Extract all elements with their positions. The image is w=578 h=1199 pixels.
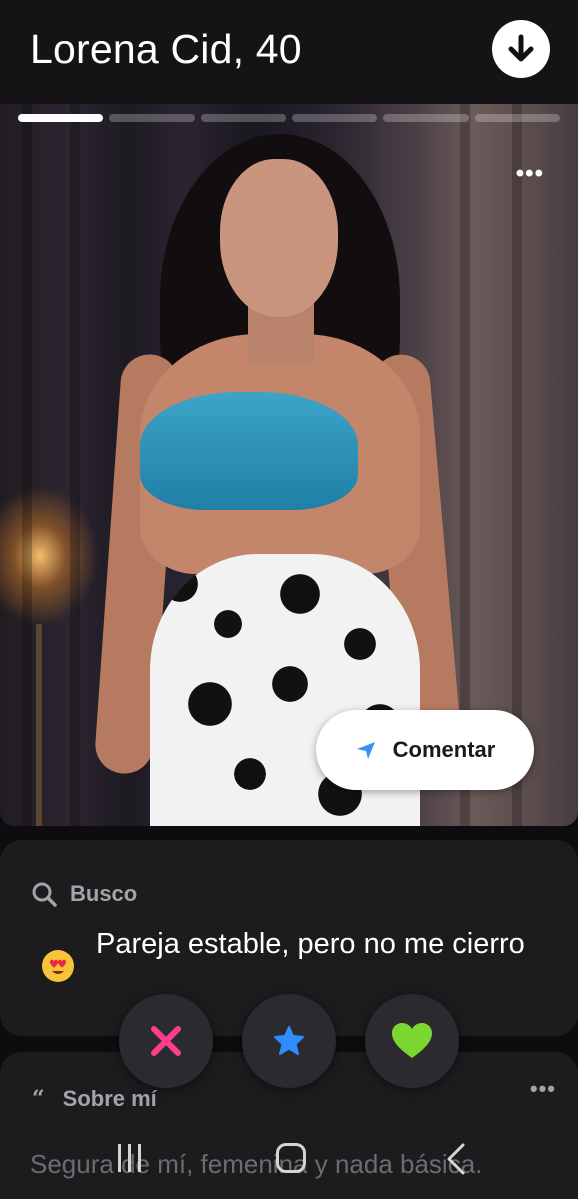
busco-header: Busco	[30, 880, 137, 908]
sobre-mi-label: Sobre mí	[62, 1086, 157, 1111]
heart-icon	[392, 1023, 432, 1058]
quote-icon: “	[32, 1086, 45, 1112]
search-icon	[32, 882, 57, 907]
pass-button[interactable]	[119, 994, 213, 1088]
home-button[interactable]	[276, 1143, 306, 1173]
busco-label: Busco	[70, 881, 138, 906]
system-nav-bar	[0, 1130, 578, 1199]
curtain-fold	[70, 104, 80, 826]
recent-apps-button[interactable]	[118, 1144, 141, 1172]
send-icon	[356, 742, 375, 759]
lamp	[36, 624, 42, 826]
sobre-mi-more-icon[interactable]: •••	[530, 1076, 556, 1102]
photo-progress-segment[interactable]	[18, 114, 104, 122]
photo-progress-segment[interactable]	[200, 114, 286, 122]
comment-button[interactable]: Comentar	[316, 710, 534, 790]
arrow-down-icon	[508, 34, 534, 62]
profile-name-age: Lorena Cid, 40	[30, 25, 302, 72]
photo-more-options-icon[interactable]: •••	[516, 162, 544, 186]
close-icon	[151, 1026, 181, 1056]
star-icon	[274, 1026, 304, 1055]
heart-eyes-emoji-icon	[42, 950, 74, 982]
photo-progress-segment[interactable]	[291, 114, 378, 122]
photo-progress-segment[interactable]	[474, 114, 560, 122]
like-button[interactable]	[365, 994, 459, 1088]
person-face	[220, 159, 338, 317]
photo-progress-bar	[18, 114, 560, 122]
superlike-button[interactable]	[242, 994, 336, 1088]
photo-progress-segment[interactable]	[109, 114, 195, 122]
curtain-fold	[22, 104, 32, 826]
sobre-mi-header: “ Sobre mí	[32, 1086, 157, 1112]
busco-text: Pareja estable, pero no me cierro	[96, 928, 525, 960]
back-icon[interactable]	[446, 1142, 466, 1176]
comment-button-label: Comentar	[392, 737, 496, 762]
photo-progress-segment[interactable]	[383, 114, 469, 122]
collapse-profile-button[interactable]	[492, 20, 550, 78]
person-top	[140, 392, 358, 510]
profile-header: Lorena Cid, 40	[0, 0, 578, 104]
